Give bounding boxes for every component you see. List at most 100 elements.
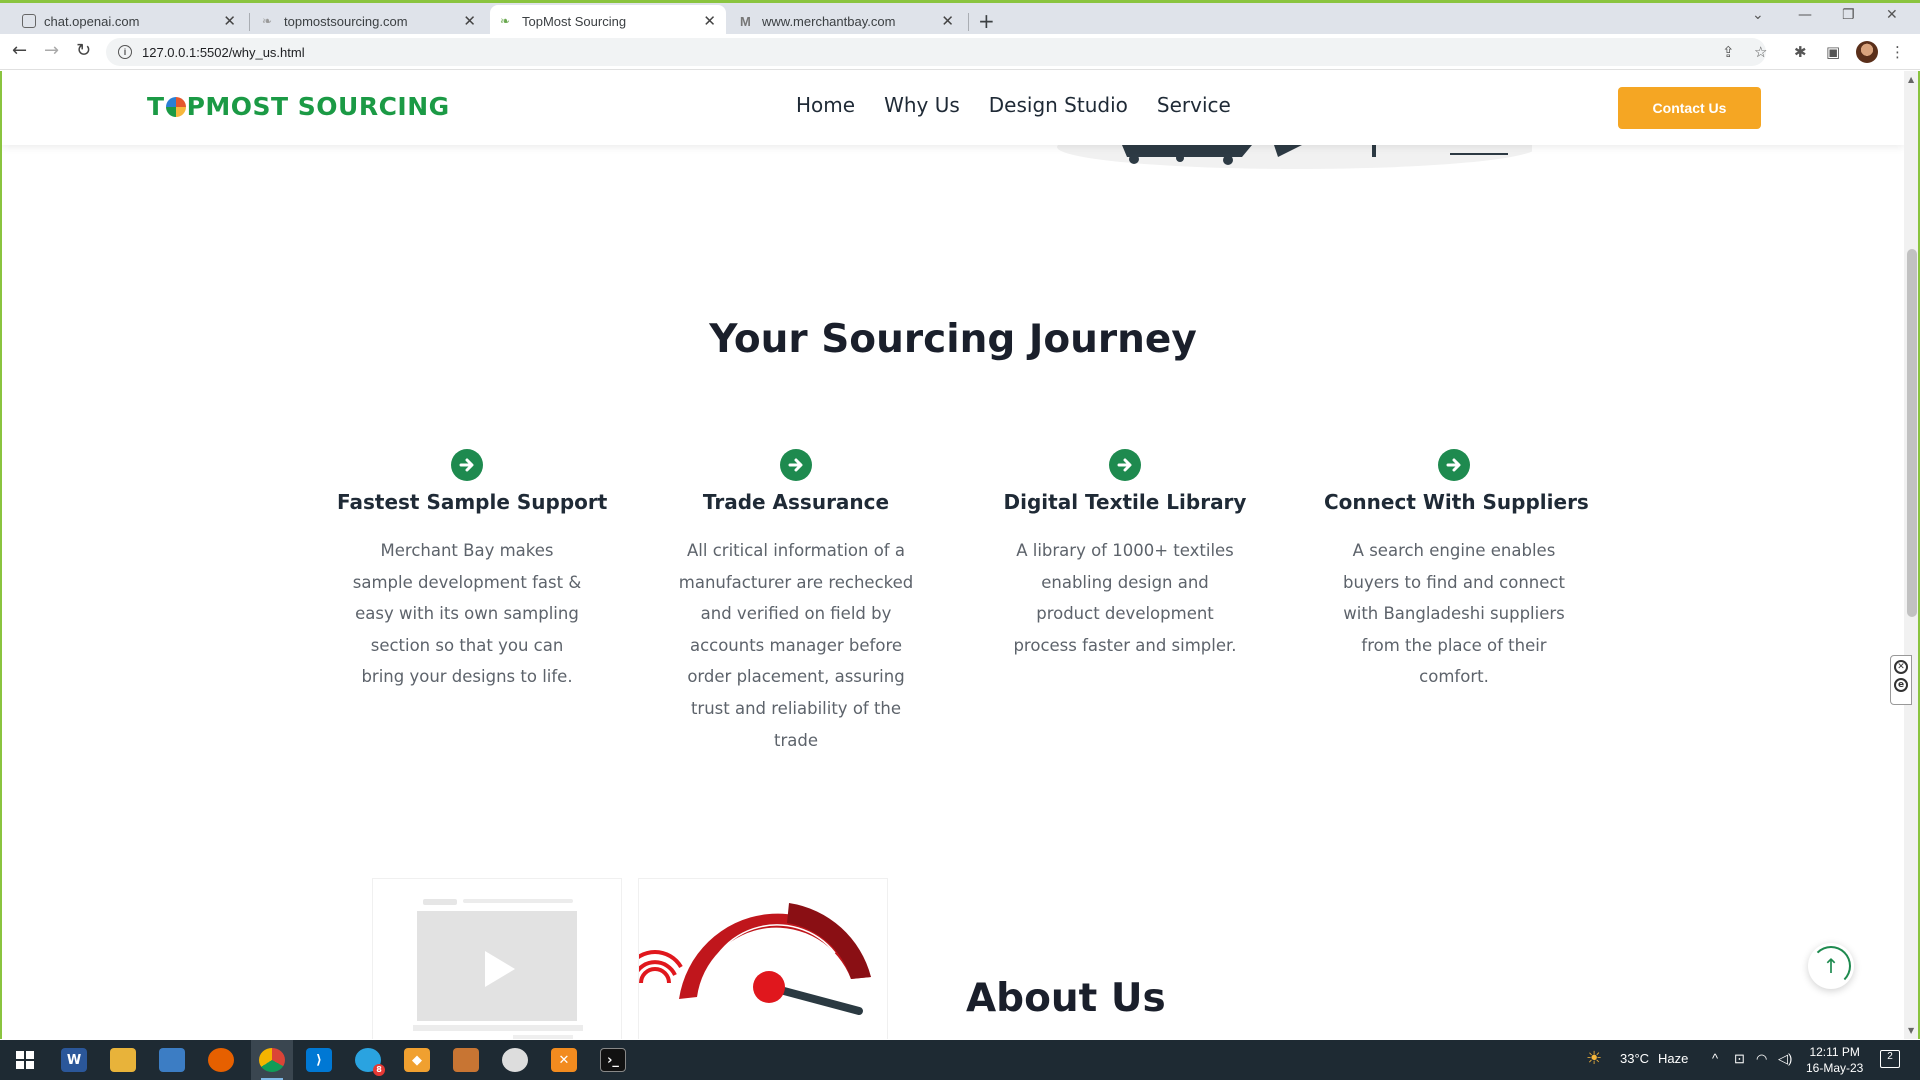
- vscode-icon[interactable]: ⟩: [306, 1048, 332, 1072]
- browser-tab-active[interactable]: ❧ TopMost Sourcing ✕: [490, 5, 726, 37]
- side-widget[interactable]: ✕ e: [1890, 655, 1912, 705]
- tab-search-icon[interactable]: ⌄: [1752, 7, 1764, 23]
- weather-temp: 33°C: [1620, 1051, 1650, 1066]
- globe-logo-icon: [165, 97, 186, 117]
- browser-tab[interactable]: M www.merchantbay.com ✕: [730, 5, 964, 37]
- profile-avatar[interactable]: [1856, 41, 1878, 63]
- feature-title: Fastest Sample Support: [337, 490, 608, 514]
- nav-why-us[interactable]: Why Us: [884, 93, 960, 117]
- close-tab-icon[interactable]: ✕: [703, 12, 716, 30]
- close-window-button[interactable]: ✕: [1886, 7, 1898, 23]
- merchantbay-favicon-icon: M: [740, 14, 751, 29]
- close-tab-icon[interactable]: ✕: [941, 12, 954, 30]
- feature-card: Trade Assurance All critical information…: [666, 449, 926, 756]
- tab-title: topmostsourcing.com: [284, 13, 408, 29]
- windows-start-icon[interactable]: [12, 1048, 38, 1072]
- telegram-icon[interactable]: 8: [355, 1048, 385, 1076]
- back-icon[interactable]: ←: [12, 40, 27, 61]
- scrollbar-thumb[interactable]: [1907, 249, 1917, 617]
- pole-shape: [1372, 145, 1376, 157]
- tab-separator: [968, 13, 969, 31]
- video-placeholder-icon: [413, 899, 583, 1039]
- system-clock[interactable]: 12:11 PM 16-May-23: [1806, 1044, 1863, 1076]
- feature-title: Trade Assurance: [702, 490, 890, 514]
- feature-card: Digital Textile Library A library of 100…: [995, 449, 1255, 661]
- notification-center-icon[interactable]: 2: [1880, 1050, 1900, 1068]
- feature-title: Connect With Suppliers: [1324, 490, 1589, 514]
- restore-button[interactable]: ❐: [1842, 7, 1855, 23]
- app-icon[interactable]: [453, 1048, 479, 1072]
- extensions-icon[interactable]: ✱: [1794, 43, 1807, 61]
- site-header: T PMOST SOURCING Home Why Us Design Studi…: [2, 71, 1904, 145]
- tab-title: www.merchantbay.com: [762, 13, 896, 29]
- site-info-icon[interactable]: i: [118, 45, 132, 59]
- feature-title: Digital Textile Library: [1003, 490, 1247, 514]
- feature-text: All critical information of a manufactur…: [678, 541, 914, 750]
- forward-icon[interactable]: →: [44, 40, 59, 61]
- paint-icon[interactable]: [502, 1048, 528, 1072]
- word-icon[interactable]: W: [61, 1048, 87, 1072]
- minimize-button[interactable]: —: [1798, 7, 1812, 23]
- tray-overflow-icon[interactable]: ^: [1712, 1051, 1718, 1066]
- cart-body-shape: [1122, 145, 1252, 157]
- section-title: Your Sourcing Journey: [709, 317, 1197, 362]
- scroll-up-icon[interactable]: ▲: [1908, 75, 1914, 84]
- close-tab-icon[interactable]: ✕: [223, 12, 236, 30]
- address-bar[interactable]: i 127.0.0.1:5502/why_us.html: [106, 38, 1766, 66]
- new-tab-button[interactable]: +: [978, 9, 995, 33]
- arrow-right-circle-icon: [1109, 449, 1141, 481]
- arrow-right-circle-icon: [1438, 449, 1470, 481]
- page-scrollbar[interactable]: ▲ ▼: [1904, 71, 1920, 1039]
- volume-icon[interactable]: ◁): [1778, 1051, 1792, 1067]
- feature-text: Merchant Bay makes sample development fa…: [352, 541, 582, 687]
- e-circle-icon[interactable]: e: [1894, 678, 1908, 692]
- bookmark-star-icon[interactable]: ☆: [1754, 43, 1767, 61]
- git-icon[interactable]: ◆: [404, 1048, 430, 1072]
- weather-icon[interactable]: ☀: [1586, 1048, 1602, 1069]
- terminal-icon[interactable]: ›_: [600, 1048, 626, 1072]
- menu-kebab-icon[interactable]: ⋮: [1890, 43, 1905, 61]
- cart-wheel-shape: [1176, 154, 1184, 162]
- tab-title: chat.openai.com: [44, 13, 140, 29]
- reload-icon[interactable]: ↻: [76, 40, 91, 61]
- firefox-icon[interactable]: [208, 1048, 234, 1072]
- leaf-favicon-icon: ❧: [500, 14, 511, 28]
- cart-wheel-shape: [1223, 155, 1233, 165]
- browser-toolbar: ← → ↻ i 127.0.0.1:5502/why_us.html ⇪ ☆ ✱…: [0, 34, 1920, 70]
- share-icon[interactable]: ⇪: [1722, 43, 1735, 61]
- chrome-icon[interactable]: [259, 1048, 285, 1072]
- camera-icon[interactable]: ⊡: [1734, 1051, 1745, 1067]
- file-explorer-icon[interactable]: [110, 1048, 136, 1072]
- browser-tab[interactable]: chat.openai.com ✕: [12, 5, 246, 37]
- contact-us-button[interactable]: Contact Us: [1618, 87, 1761, 129]
- video-card[interactable]: [372, 878, 622, 1039]
- network-icon[interactable]: ◠: [1756, 1051, 1767, 1067]
- file-manager-icon[interactable]: [159, 1048, 185, 1072]
- line-shape: [1450, 153, 1508, 155]
- logo-text-left: T: [147, 92, 165, 121]
- openai-favicon-icon: [22, 14, 36, 28]
- nav-design-studio[interactable]: Design Studio: [989, 93, 1128, 117]
- close-circle-icon[interactable]: ✕: [1894, 660, 1908, 674]
- cart-wheel-shape: [1129, 154, 1139, 164]
- side-panel-icon[interactable]: ▣: [1826, 43, 1840, 61]
- clock-date: 16-May-23: [1806, 1061, 1864, 1075]
- page-viewport: T PMOST SOURCING Home Why Us Design Studi…: [0, 71, 1904, 1039]
- speed-card[interactable]: [627, 878, 888, 1039]
- logo-text-right: PMOST SOURCING: [186, 92, 450, 121]
- xampp-icon[interactable]: ✕: [551, 1048, 577, 1072]
- hero-illustration-remnant: [1057, 145, 1532, 169]
- feature-card: Fastest Sample Support Merchant Bay make…: [337, 449, 608, 693]
- scroll-down-icon[interactable]: ▼: [1908, 1026, 1914, 1035]
- arrow-up-icon: ↑: [1822, 954, 1840, 978]
- browser-tab[interactable]: ❧ topmostsourcing.com ✕: [252, 5, 486, 37]
- weather-text: Haze: [1658, 1051, 1689, 1066]
- back-to-top-button[interactable]: ↑: [1808, 943, 1854, 989]
- site-logo[interactable]: T PMOST SOURCING: [147, 92, 450, 121]
- nav-service[interactable]: Service: [1157, 93, 1231, 117]
- tab-separator: [249, 13, 250, 31]
- feature-card: Connect With Suppliers A search engine e…: [1324, 449, 1589, 693]
- notification-badge: 8: [373, 1064, 385, 1076]
- nav-home[interactable]: Home: [796, 93, 855, 117]
- close-tab-icon[interactable]: ✕: [463, 12, 476, 30]
